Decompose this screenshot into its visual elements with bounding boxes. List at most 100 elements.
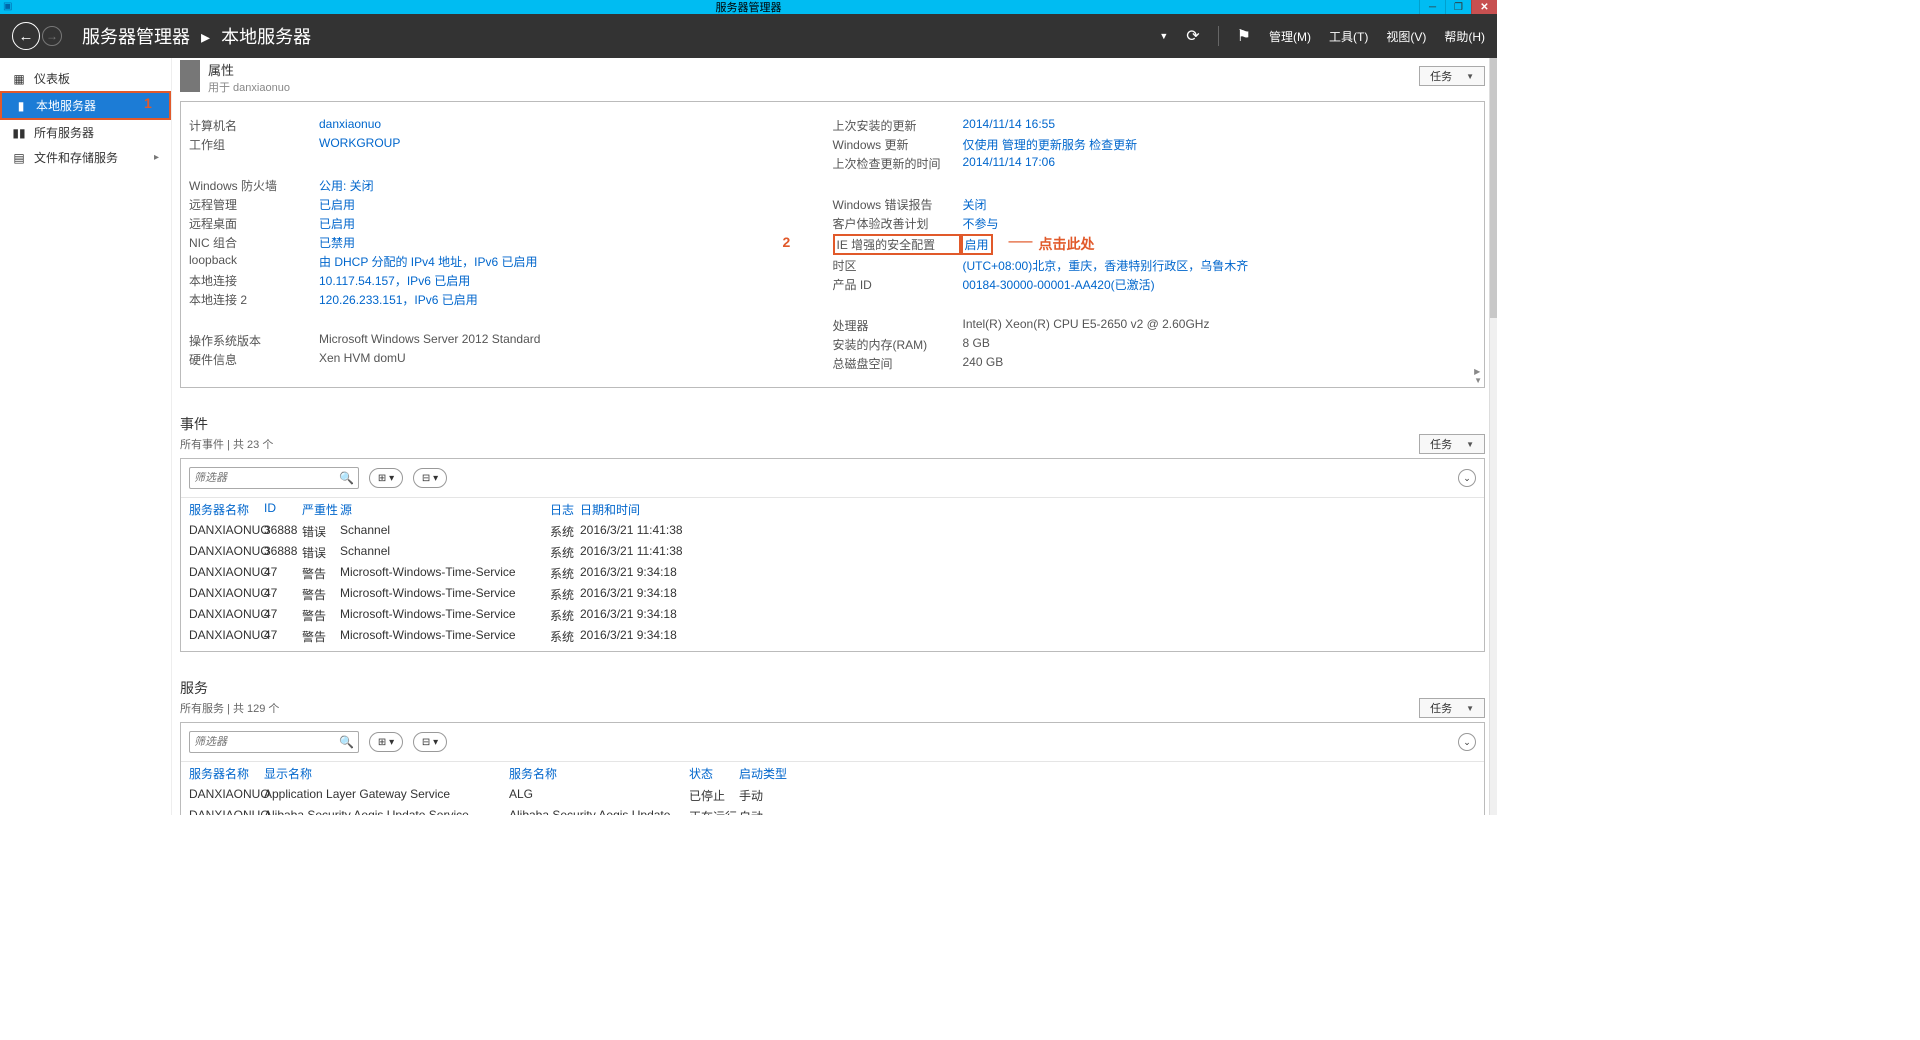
events-expand-button[interactable]: ⌄ — [1458, 469, 1476, 487]
property-row: 2IE 增强的安全配置启用——点击此处 — [833, 233, 1477, 256]
property-row: NIC 组合已禁用 — [189, 233, 833, 252]
scrollbar[interactable] — [1489, 58, 1497, 815]
table-row[interactable]: DANXIAONUO47 警告Microsoft-Windows-Time-Se… — [181, 563, 1484, 584]
property-value[interactable]: 120.26.233.151，IPv6 已启用 — [319, 291, 478, 308]
annotation-click-here: 点击此处 — [1039, 234, 1095, 255]
table-row[interactable]: DANXIAONUOAlibaba Security Aegis Update … — [181, 806, 1484, 815]
property-value[interactable]: 已启用 — [319, 196, 355, 213]
nav-back-button[interactable]: ← — [12, 22, 40, 50]
col-severity[interactable]: 严重性 — [302, 501, 340, 518]
dropdown-icon[interactable]: ▼ — [1159, 31, 1168, 41]
property-value[interactable]: 2014/11/14 17:06 — [963, 155, 1056, 172]
search-icon[interactable]: 🔍 — [339, 471, 354, 485]
property-value[interactable]: 已禁用 — [319, 234, 355, 251]
col-start-type[interactable]: 启动类型 — [739, 765, 1476, 782]
dashboard-icon: ▦ — [12, 72, 26, 86]
property-row: 硬件信息Xen HVM domU — [189, 350, 833, 369]
events-query-button[interactable]: ⊟ ▾ — [413, 468, 447, 488]
table-row[interactable]: DANXIAONUO36888 错误Schannel 系统2016/3/21 1… — [181, 542, 1484, 563]
col-id[interactable]: ID — [264, 501, 302, 518]
col-source[interactable]: 源 — [340, 501, 550, 518]
window-title: 服务器管理器 — [716, 0, 782, 15]
sidebar-item-file-storage[interactable]: ▤ 文件和存储服务 ▸ — [0, 145, 171, 170]
col-log[interactable]: 日志 — [550, 501, 580, 518]
col-server[interactable]: 服务器名称 — [189, 501, 264, 518]
sidebar-item-label: 文件和存储服务 — [34, 149, 118, 166]
property-label: 客户体验改善计划 — [833, 215, 963, 232]
property-label: NIC 组合 — [189, 234, 319, 251]
search-icon[interactable]: 🔍 — [339, 735, 354, 749]
services-panel: 🔍 ⊞ ▾ ⊟ ▾ ⌄ 服务器名称 显示名称 服务名称 状态 启动类型 DANX… — [180, 722, 1485, 815]
property-value[interactable]: 不参与 — [963, 215, 999, 232]
services-tasks-button[interactable]: 任务 — [1419, 698, 1485, 718]
sidebar-item-all-servers[interactable]: ▮▮ 所有服务器 — [0, 120, 171, 145]
property-value: Microsoft Windows Server 2012 Standard — [319, 332, 540, 349]
table-row[interactable]: DANXIAONUO47 警告Microsoft-Windows-Time-Se… — [181, 647, 1484, 651]
property-value[interactable]: 关闭 — [963, 196, 987, 213]
breadcrumb-root[interactable]: 服务器管理器 — [82, 27, 190, 47]
property-row: Windows 防火墙公用: 关闭 — [189, 176, 833, 195]
col-datetime[interactable]: 日期和时间 — [580, 501, 1476, 518]
services-query-button[interactable]: ⊟ ▾ — [413, 732, 447, 752]
property-label: 上次检查更新的时间 — [833, 155, 963, 172]
property-label: loopback — [189, 253, 319, 270]
app-icon: ▣ — [3, 1, 12, 12]
events-options-button[interactable]: ⊞ ▾ — [369, 468, 403, 488]
table-row[interactable]: DANXIAONUO47 警告Microsoft-Windows-Time-Se… — [181, 584, 1484, 605]
ie-esc-link[interactable]: 启用 — [965, 238, 989, 252]
events-filter[interactable]: 🔍 — [189, 467, 359, 489]
tasks-button[interactable]: 任务 — [1419, 66, 1485, 86]
property-value[interactable]: danxiaonuo — [319, 117, 381, 134]
content-area: 属性 用于 danxiaonuo 任务 计算机名danxiaonuo工作组WOR… — [172, 58, 1497, 815]
close-button[interactable]: ✕ — [1471, 0, 1497, 14]
menu-view[interactable]: 视图(V) — [1386, 28, 1426, 45]
property-value[interactable]: 公用: 关闭 — [319, 177, 374, 194]
table-row[interactable]: DANXIAONUOApplication Layer Gateway Serv… — [181, 785, 1484, 806]
col-service-name[interactable]: 服务名称 — [509, 765, 689, 782]
property-value[interactable]: (UTC+08:00)北京，重庆，香港特别行政区，乌鲁木齐 — [963, 257, 1249, 274]
property-value[interactable]: WORKGROUP — [319, 136, 400, 153]
table-row[interactable]: DANXIAONUO47 警告Microsoft-Windows-Time-Se… — [181, 605, 1484, 626]
col-display-name[interactable]: 显示名称 — [264, 765, 509, 782]
property-label: 时区 — [833, 257, 963, 274]
menu-help[interactable]: 帮助(H) — [1444, 28, 1485, 45]
events-subtitle: 所有事件 | 共 23 个 — [180, 436, 273, 452]
events-filter-input[interactable] — [194, 472, 339, 484]
property-row: 本地连接10.117.54.157，IPv6 已启用 — [189, 271, 833, 290]
property-value[interactable]: 仅使用 管理的更新服务 检查更新 — [963, 136, 1138, 153]
property-value: Xen HVM domU — [319, 351, 406, 368]
events-tasks-button[interactable]: 任务 — [1419, 434, 1485, 454]
property-value: 8 GB — [963, 336, 990, 353]
property-value[interactable]: 00184-30000-00001-AA420(已激活) — [963, 276, 1155, 293]
services-filter-input[interactable] — [194, 736, 339, 748]
table-row[interactable]: DANXIAONUO47 警告Microsoft-Windows-Time-Se… — [181, 626, 1484, 647]
property-value[interactable]: 10.117.54.157，IPv6 已启用 — [319, 272, 470, 289]
flag-icon[interactable]: ⚑ — [1237, 26, 1251, 46]
table-row[interactable]: DANXIAONUO36888 错误Schannel 系统2016/3/21 1… — [181, 521, 1484, 542]
storage-icon: ▤ — [12, 151, 26, 165]
menu-tools[interactable]: 工具(T) — [1329, 28, 1368, 45]
property-row: 时区(UTC+08:00)北京，重庆，香港特别行政区，乌鲁木齐 — [833, 256, 1477, 275]
breadcrumb-location[interactable]: 本地服务器 — [221, 27, 311, 47]
properties-title: 属性 — [208, 60, 290, 79]
property-row: 工作组WORKGROUP — [189, 135, 833, 154]
nav-forward-button[interactable]: → — [42, 26, 62, 46]
maximize-button[interactable]: ❐ — [1445, 0, 1471, 14]
property-value[interactable]: 已启用 — [319, 215, 355, 232]
services-expand-button[interactable]: ⌄ — [1458, 733, 1476, 751]
property-value[interactable]: 2014/11/14 16:55 — [963, 117, 1056, 134]
menu-manage[interactable]: 管理(M) — [1269, 28, 1311, 45]
services-options-button[interactable]: ⊞ ▾ — [369, 732, 403, 752]
services-filter[interactable]: 🔍 — [189, 731, 359, 753]
col-server[interactable]: 服务器名称 — [189, 765, 264, 782]
scroll-indicator[interactable]: ▶▼ — [1474, 367, 1482, 385]
col-status[interactable]: 状态 — [689, 765, 739, 782]
property-value[interactable]: 由 DHCP 分配的 IPv4 地址，IPv6 已启用 — [319, 253, 537, 270]
refresh-icon[interactable]: ⟳ — [1186, 26, 1199, 46]
minimize-button[interactable]: ─ — [1419, 0, 1445, 14]
sidebar-item-dashboard[interactable]: ▦ 仪表板 — [0, 66, 171, 91]
services-title: 服务 — [180, 678, 208, 698]
properties-panel: 计算机名danxiaonuo工作组WORKGROUPWindows 防火墙公用:… — [180, 101, 1485, 388]
property-row: 操作系统版本Microsoft Windows Server 2012 Stan… — [189, 331, 833, 350]
property-label: 远程桌面 — [189, 215, 319, 232]
